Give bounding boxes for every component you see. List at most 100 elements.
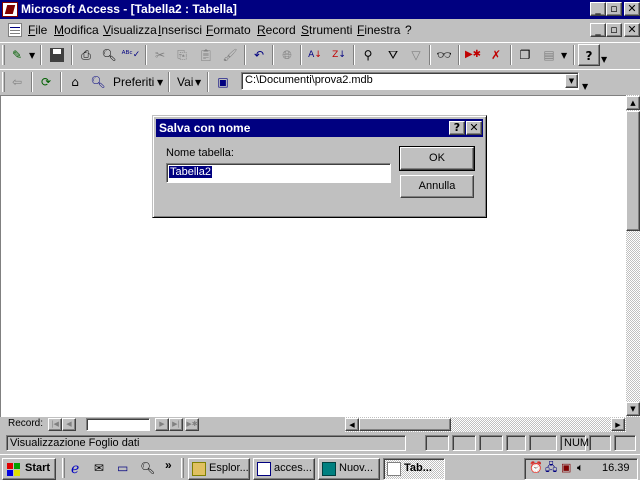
home-icon[interactable]: ⌂ — [64, 71, 86, 93]
menu-bar: File Modifica Visualizza Inserisci Forma… — [0, 20, 640, 41]
refresh-icon[interactable]: ⟳ — [35, 71, 57, 93]
filter-by-selection-icon[interactable]: ⚲ — [357, 44, 379, 66]
network-icon[interactable]: 🖧 — [545, 461, 559, 475]
menu-inserisci[interactable]: Inserisci — [158, 23, 202, 37]
last-record-icon: ▶| — [172, 420, 180, 428]
toolbar-options-icon[interactable]: ▼ — [601, 55, 607, 64]
minimize-button[interactable]: _ — [590, 2, 606, 16]
window-titlebar[interactable]: Microsoft Access - [Tabella2 : Tabella] … — [0, 0, 640, 19]
taskbar-item-explorer[interactable]: Esplor... — [188, 458, 250, 480]
sort-descending-icon[interactable]: Z↓ — [328, 44, 350, 66]
menu-file[interactable]: File — [28, 23, 47, 37]
favorites-dropdown-icon[interactable]: ▼ — [157, 78, 163, 87]
clock[interactable]: 16.39 — [602, 462, 630, 474]
print-preview-icon[interactable]: 🔍︎ — [98, 44, 120, 66]
dialog-help-button[interactable]: ? — [449, 121, 465, 135]
address-input[interactable]: C:\Documenti\prova2.mdb — [241, 72, 579, 90]
goto-menu[interactable]: Vai — [177, 75, 193, 89]
table-name-label: Nome tabella: — [166, 147, 234, 159]
web-toolbar-options-icon[interactable]: ▼ — [582, 82, 588, 91]
last-record-button[interactable]: ▶| — [169, 418, 183, 431]
record-number-input[interactable] — [86, 418, 150, 431]
scroll-left-button[interactable]: ◀ — [345, 418, 359, 431]
show-only-web-toolbar-icon[interactable]: ▣ — [212, 71, 234, 93]
close-button[interactable]: ✕ — [624, 2, 640, 16]
quick-launch-chevron[interactable]: » — [165, 458, 172, 472]
save-icon[interactable] — [46, 44, 68, 66]
properties-icon[interactable]: ❐ — [514, 44, 536, 66]
datasheet-toolbar: ✎ ▼ ⎙ 🔍︎ ᴬᴮᶜ✓ ✂ ⎘ 📋︎ 🖌︎ ↶ 🌐︎ A↓ Z↓ ⚲ ⛛ ▽… — [0, 42, 640, 68]
favorites-menu[interactable]: Preferiti — [113, 75, 154, 89]
table-name-input[interactable]: Tabella2 — [166, 163, 391, 183]
menu-modifica[interactable]: Modifica — [54, 23, 99, 37]
doc-restore-button[interactable]: ▫ — [606, 23, 622, 37]
help-icon[interactable]: ? — [578, 44, 600, 66]
channels-icon[interactable]: 🔍︎ — [140, 460, 156, 476]
doc-close-button[interactable]: ✕ — [624, 23, 640, 37]
view-design-icon[interactable]: ✎ — [6, 44, 28, 66]
toolbar-grip[interactable] — [2, 45, 5, 65]
delete-record-icon[interactable]: ✗ — [485, 44, 507, 66]
new-object-icon[interactable]: ▤ — [538, 44, 560, 66]
format-painter-icon[interactable]: 🖌︎ — [219, 44, 241, 66]
volume-icon[interactable]: 🔈︎ — [577, 461, 591, 475]
menu-strumenti[interactable]: Strumenti — [301, 23, 352, 37]
undo-icon[interactable]: ↶ — [248, 44, 270, 66]
first-record-button[interactable]: |◀ — [48, 418, 62, 431]
scroll-up-button[interactable]: ▲ — [626, 96, 640, 110]
print-icon[interactable]: ⎙ — [75, 44, 97, 66]
access-app-icon[interactable] — [2, 2, 18, 17]
display-icon[interactable]: ▣ — [561, 461, 575, 475]
new-object-dropdown-icon[interactable]: ▼ — [561, 51, 567, 60]
menu-finestra[interactable]: Finestra — [357, 23, 400, 37]
cancel-button[interactable]: Annulla — [400, 175, 474, 198]
filter-by-form-icon[interactable]: ⛛ — [382, 44, 404, 66]
system-tray: ⏰ 🖧 ▣ 🔈︎ 16.39 — [524, 458, 638, 480]
menu-record[interactable]: Record — [257, 23, 296, 37]
copy-icon[interactable]: ⎘ — [171, 44, 193, 66]
find-icon[interactable]: 👓︎ — [433, 44, 455, 66]
outlook-express-icon[interactable]: ✉ — [94, 460, 110, 476]
next-record-button[interactable]: ▶ — [155, 418, 169, 431]
spelling-icon[interactable]: ᴬᴮᶜ✓ — [120, 44, 142, 66]
taskbar-item-table[interactable]: Tab... — [383, 458, 445, 480]
apply-filter-icon[interactable]: ▽ — [405, 44, 427, 66]
back-icon[interactable]: ⇦ — [6, 71, 28, 93]
menu-formato[interactable]: Formato — [206, 23, 251, 37]
view-dropdown-icon[interactable]: ▼ — [29, 51, 35, 60]
status-panel — [506, 435, 526, 451]
previous-record-button[interactable]: ◀ — [62, 418, 76, 431]
menu-visualizza[interactable]: Visualizza — [103, 23, 157, 37]
document-icon — [257, 462, 271, 476]
insert-hyperlink-icon[interactable]: 🌐︎ — [276, 44, 298, 66]
scroll-down-button[interactable]: ▼ — [626, 402, 640, 416]
sort-ascending-icon[interactable]: A↓ — [304, 44, 326, 66]
horizontal-scroll-thumb[interactable] — [359, 418, 451, 431]
show-desktop-icon[interactable]: ▭ — [117, 460, 133, 476]
search-web-icon[interactable]: 🔍︎ — [87, 71, 109, 93]
new-record-icon[interactable]: ▶✱ — [462, 44, 484, 66]
cut-icon[interactable]: ✂ — [149, 44, 171, 66]
scheduler-icon[interactable]: ⏰ — [529, 461, 543, 475]
scroll-right-button[interactable]: ▶ — [611, 418, 625, 431]
horizontal-scrollbar[interactable]: ◀ ▶ — [345, 417, 626, 432]
paste-icon[interactable]: 📋︎ — [195, 44, 217, 66]
goto-dropdown-icon[interactable]: ▼ — [195, 78, 201, 87]
vertical-scrollbar[interactable]: ▲ ▼ — [626, 95, 640, 417]
dialog-close-button[interactable]: ✕ — [466, 121, 482, 135]
menu-help[interactable]: ? — [405, 23, 412, 37]
address-dropdown-button[interactable]: ▼ — [565, 74, 578, 88]
restore-button[interactable]: ▫ — [606, 2, 622, 16]
toolbar-grip[interactable] — [2, 72, 5, 92]
start-button[interactable]: Start — [2, 458, 56, 480]
doc-minimize-button[interactable]: _ — [590, 23, 606, 37]
internet-explorer-icon[interactable]: ℯ — [71, 460, 87, 476]
dialog-titlebar[interactable]: Salva con nome ? ✕ — [156, 119, 483, 137]
document-control-icon[interactable] — [8, 23, 22, 37]
ok-button[interactable]: OK — [399, 146, 475, 171]
status-panel — [479, 435, 503, 451]
taskbar-item-access[interactable]: acces... — [253, 458, 315, 480]
new-record-nav-button[interactable]: ▶✱ — [185, 418, 199, 431]
scroll-thumb[interactable] — [626, 111, 640, 231]
taskbar-item-new[interactable]: Nuov... — [318, 458, 380, 480]
